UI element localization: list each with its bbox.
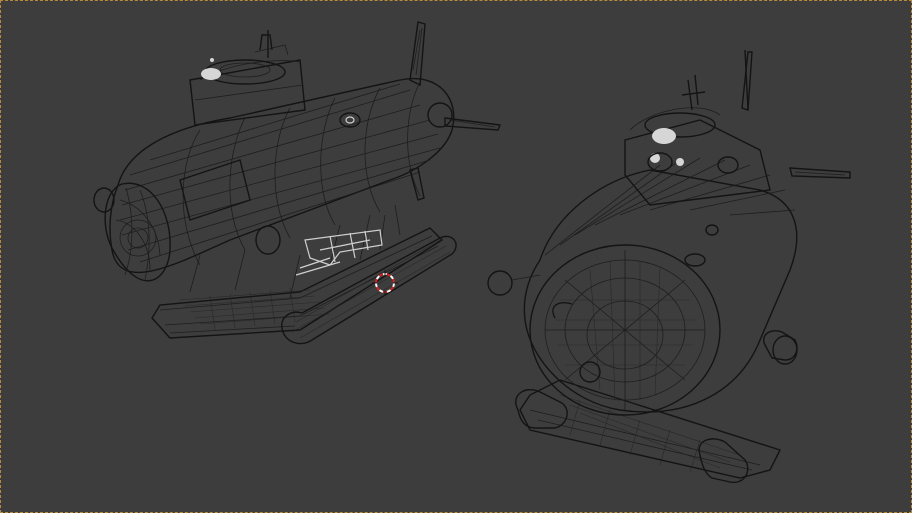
3d-viewport[interactable] (0, 0, 912, 513)
3d-cursor-icon[interactable] (0, 0, 912, 513)
